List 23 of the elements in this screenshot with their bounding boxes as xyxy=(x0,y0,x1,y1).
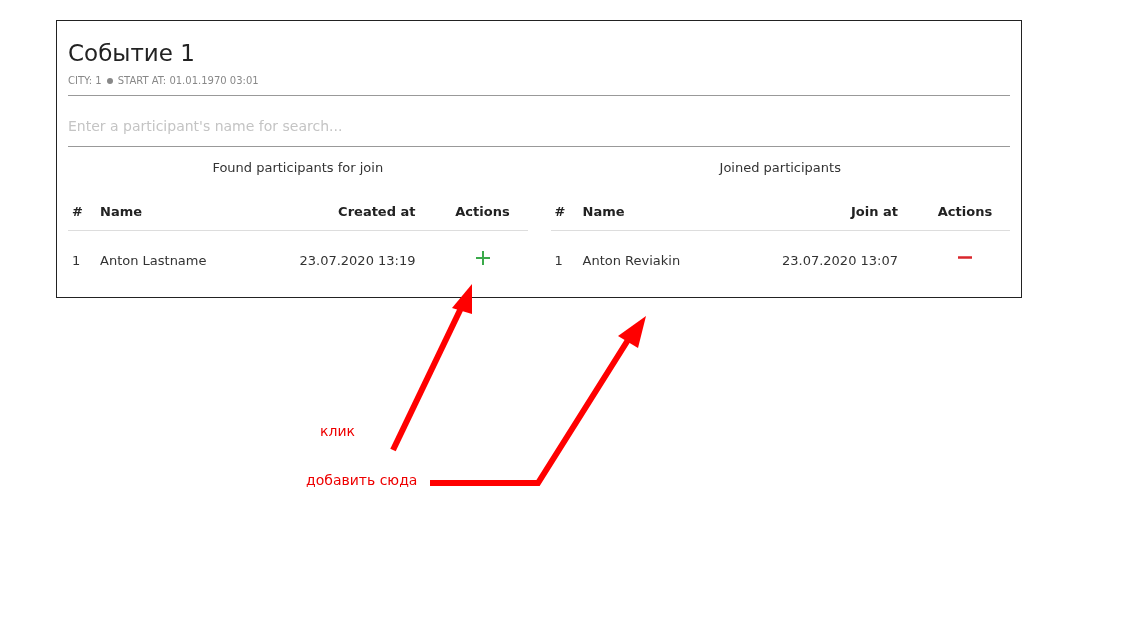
event-title: Событие 1 xyxy=(68,39,196,67)
separator-dot xyxy=(106,77,113,84)
column-header: # xyxy=(553,203,567,219)
event-meta: START AT: 01.01.1970 03:01 xyxy=(117,75,259,86)
table-cell-text: 23.07.2020 13:19 xyxy=(298,252,417,268)
column-header: Created at xyxy=(337,203,417,219)
column-header: Actions xyxy=(936,203,994,219)
table-title: Found participants for join xyxy=(211,159,385,177)
table-cell-text: Anton Lastname xyxy=(100,252,208,268)
table-cell-text: 1 xyxy=(553,252,564,268)
annotation-text: клик xyxy=(320,423,355,439)
column-header: Join at xyxy=(849,203,899,219)
table-cell-text: 1 xyxy=(71,252,82,268)
annotation-text: добавить сюда xyxy=(306,472,418,488)
table-cell-text: 23.07.2020 13:07 xyxy=(780,252,899,268)
column-header: Actions xyxy=(454,203,511,219)
table-cell-text: Anton Reviakin xyxy=(582,252,682,268)
table-title: Joined participants xyxy=(717,159,842,177)
event-meta: CITY: 1 xyxy=(68,75,102,86)
column-header: # xyxy=(71,203,84,219)
add-icon[interactable] xyxy=(475,251,490,265)
column-header: Name xyxy=(100,203,143,219)
column-header: Name xyxy=(582,203,626,219)
